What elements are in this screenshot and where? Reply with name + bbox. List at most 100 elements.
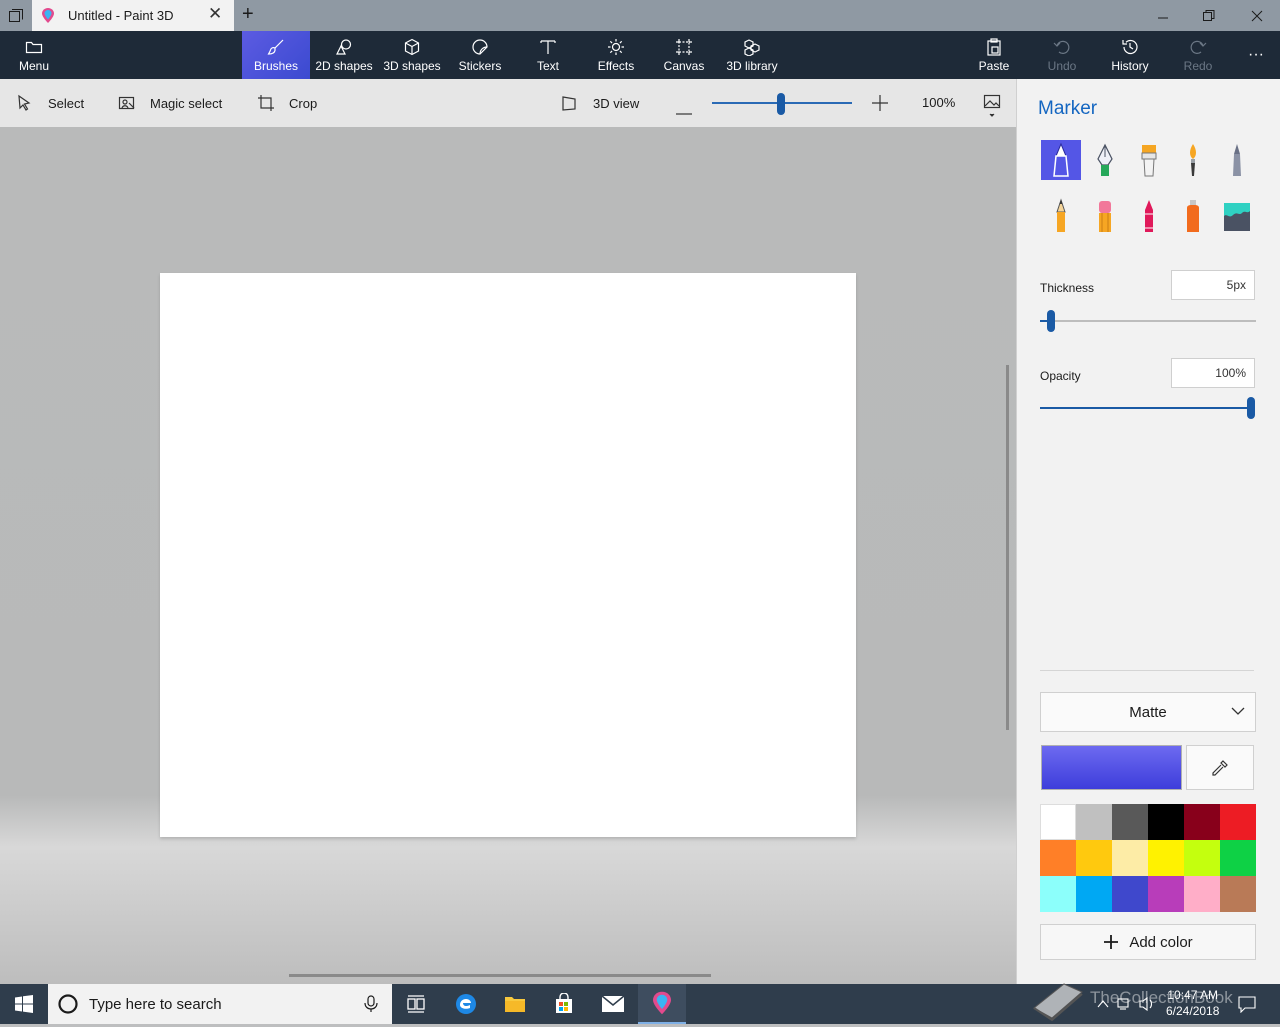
zoom-slider-thumb[interactable] bbox=[777, 93, 785, 115]
tray-icons[interactable] bbox=[1096, 996, 1160, 1017]
finish-dropdown[interactable]: Matte bbox=[1040, 692, 1256, 732]
marker-icon bbox=[1053, 142, 1069, 177]
chevron-down-icon bbox=[1231, 707, 1245, 715]
thickness-slider-track[interactable] bbox=[1052, 320, 1256, 322]
tab-3d-shapes[interactable]: 3D shapes bbox=[378, 31, 446, 79]
tray-clock[interactable]: 10:47 AM 6/24/2018 bbox=[1166, 987, 1219, 1019]
minimize-icon[interactable] bbox=[1157, 10, 1169, 28]
redo-button[interactable]: Redo bbox=[1164, 31, 1232, 79]
palette-swatch[interactable] bbox=[1184, 876, 1220, 912]
edge-beta-button[interactable] bbox=[442, 984, 490, 1024]
watercolor-brush[interactable] bbox=[1173, 140, 1213, 180]
paint3d-logo-icon bbox=[653, 991, 671, 1015]
tab-brushes[interactable]: Brushes bbox=[242, 31, 310, 79]
3d-view-button[interactable]: 3D view bbox=[561, 79, 639, 127]
palette-swatch[interactable] bbox=[1076, 840, 1112, 876]
vertical-scrollbar[interactable] bbox=[1006, 365, 1009, 730]
thickness-slider-thumb[interactable] bbox=[1047, 310, 1055, 332]
palette-swatch[interactable] bbox=[1148, 876, 1184, 912]
paste-button[interactable]: Paste bbox=[960, 31, 1028, 79]
eyedropper-icon bbox=[1212, 759, 1228, 776]
tab-label: Brushes bbox=[253, 58, 299, 73]
palette-swatch[interactable] bbox=[1076, 876, 1112, 912]
palette-swatch[interactable] bbox=[1148, 804, 1184, 840]
active-tab[interactable]: Untitled - Paint 3D ✕ bbox=[32, 0, 234, 31]
more-options-button[interactable]: ··· bbox=[1236, 31, 1276, 79]
tab-2d-shapes[interactable]: 2D shapes bbox=[310, 31, 378, 79]
calligraphy-pen-brush[interactable] bbox=[1085, 140, 1125, 180]
zoom-out-icon[interactable] bbox=[676, 102, 692, 120]
fill-brush[interactable] bbox=[1217, 196, 1257, 236]
eyedropper-button[interactable] bbox=[1186, 745, 1254, 790]
palette-swatch[interactable] bbox=[1220, 804, 1256, 840]
palette-swatch[interactable] bbox=[1040, 840, 1076, 876]
palette-swatch[interactable] bbox=[1112, 804, 1148, 840]
palette-swatch[interactable] bbox=[1040, 876, 1076, 912]
microphone-icon[interactable] bbox=[364, 995, 378, 1013]
zoom-in-icon[interactable] bbox=[872, 95, 888, 116]
pixel-pen-brush[interactable] bbox=[1217, 140, 1257, 180]
add-color-button[interactable]: Add color bbox=[1040, 924, 1256, 960]
task-view-icon[interactable] bbox=[9, 9, 23, 27]
magic-select-icon bbox=[118, 96, 135, 110]
clock-time: 10:47 AM bbox=[1167, 988, 1219, 1002]
opacity-slider-track[interactable] bbox=[1040, 407, 1252, 409]
palette-swatch[interactable] bbox=[1148, 840, 1184, 876]
eraser-brush[interactable] bbox=[1085, 196, 1125, 236]
palette-swatch[interactable] bbox=[1112, 876, 1148, 912]
taskbar-search-box[interactable]: Type here to search bbox=[48, 984, 392, 1024]
horizontal-scrollbar[interactable] bbox=[289, 974, 711, 977]
restore-icon[interactable] bbox=[1203, 9, 1215, 27]
start-button[interactable] bbox=[0, 984, 48, 1024]
palette-swatch[interactable] bbox=[1184, 840, 1220, 876]
palette-swatch[interactable] bbox=[1220, 876, 1256, 912]
select-button[interactable]: Select bbox=[16, 79, 84, 127]
crop-button[interactable]: Crop bbox=[257, 79, 317, 127]
redo-icon bbox=[1190, 40, 1207, 54]
paint3d-taskbar-button[interactable] bbox=[638, 984, 686, 1024]
palette-swatch[interactable] bbox=[1184, 804, 1220, 840]
undo-button[interactable]: Undo bbox=[1028, 31, 1096, 79]
magic-select-button[interactable]: Magic select bbox=[118, 79, 222, 127]
image-view-icon[interactable] bbox=[983, 94, 1001, 125]
mail-button[interactable] bbox=[589, 984, 637, 1024]
eraser-icon bbox=[1099, 201, 1111, 232]
palette-swatch[interactable] bbox=[1112, 840, 1148, 876]
paste-label: Paste bbox=[978, 58, 1010, 73]
task-view-icon bbox=[407, 995, 425, 1013]
new-tab-icon[interactable]: + bbox=[242, 3, 254, 26]
drawing-canvas[interactable] bbox=[160, 273, 856, 837]
opacity-slider-thumb[interactable] bbox=[1247, 397, 1255, 419]
watercolor-icon bbox=[1190, 144, 1196, 176]
palette-swatch[interactable] bbox=[1040, 804, 1076, 840]
spray-can-brush[interactable] bbox=[1173, 196, 1213, 236]
pencil-brush[interactable] bbox=[1041, 196, 1081, 236]
marker-brush[interactable] bbox=[1041, 140, 1081, 180]
zoom-value[interactable]: 100% bbox=[922, 95, 955, 110]
crayon-icon bbox=[1145, 200, 1153, 232]
current-color-swatch[interactable] bbox=[1041, 745, 1182, 790]
tab-canvas[interactable]: Canvas bbox=[650, 31, 718, 79]
tab-label: Effects bbox=[597, 58, 635, 73]
action-center-icon[interactable] bbox=[1238, 995, 1256, 1018]
task-view-button[interactable] bbox=[392, 984, 440, 1024]
crayon-brush[interactable] bbox=[1129, 196, 1169, 236]
oil-brush[interactable] bbox=[1129, 140, 1169, 180]
store-button[interactable] bbox=[540, 984, 588, 1024]
menu-button[interactable]: Menu bbox=[0, 31, 68, 79]
palette-swatch[interactable] bbox=[1220, 840, 1256, 876]
thickness-input[interactable]: 5px bbox=[1171, 270, 1255, 300]
search-placeholder: Type here to search bbox=[89, 995, 222, 1013]
system-tray-icons bbox=[1097, 996, 1153, 1012]
history-button[interactable]: History bbox=[1096, 31, 1164, 79]
file-explorer-button[interactable] bbox=[491, 984, 539, 1024]
tab-effects[interactable]: Effects bbox=[582, 31, 650, 79]
opacity-input[interactable]: 100% bbox=[1171, 358, 1255, 388]
tab-text[interactable]: Text bbox=[514, 31, 582, 79]
tab-stickers[interactable]: Stickers bbox=[446, 31, 514, 79]
palette-swatch[interactable] bbox=[1076, 804, 1112, 840]
tab-3d-library[interactable]: 3D library bbox=[718, 31, 786, 79]
close-tab-icon[interactable]: ✕ bbox=[208, 4, 222, 24]
close-window-icon[interactable] bbox=[1251, 9, 1263, 27]
3d-view-label: 3D view bbox=[593, 95, 640, 111]
